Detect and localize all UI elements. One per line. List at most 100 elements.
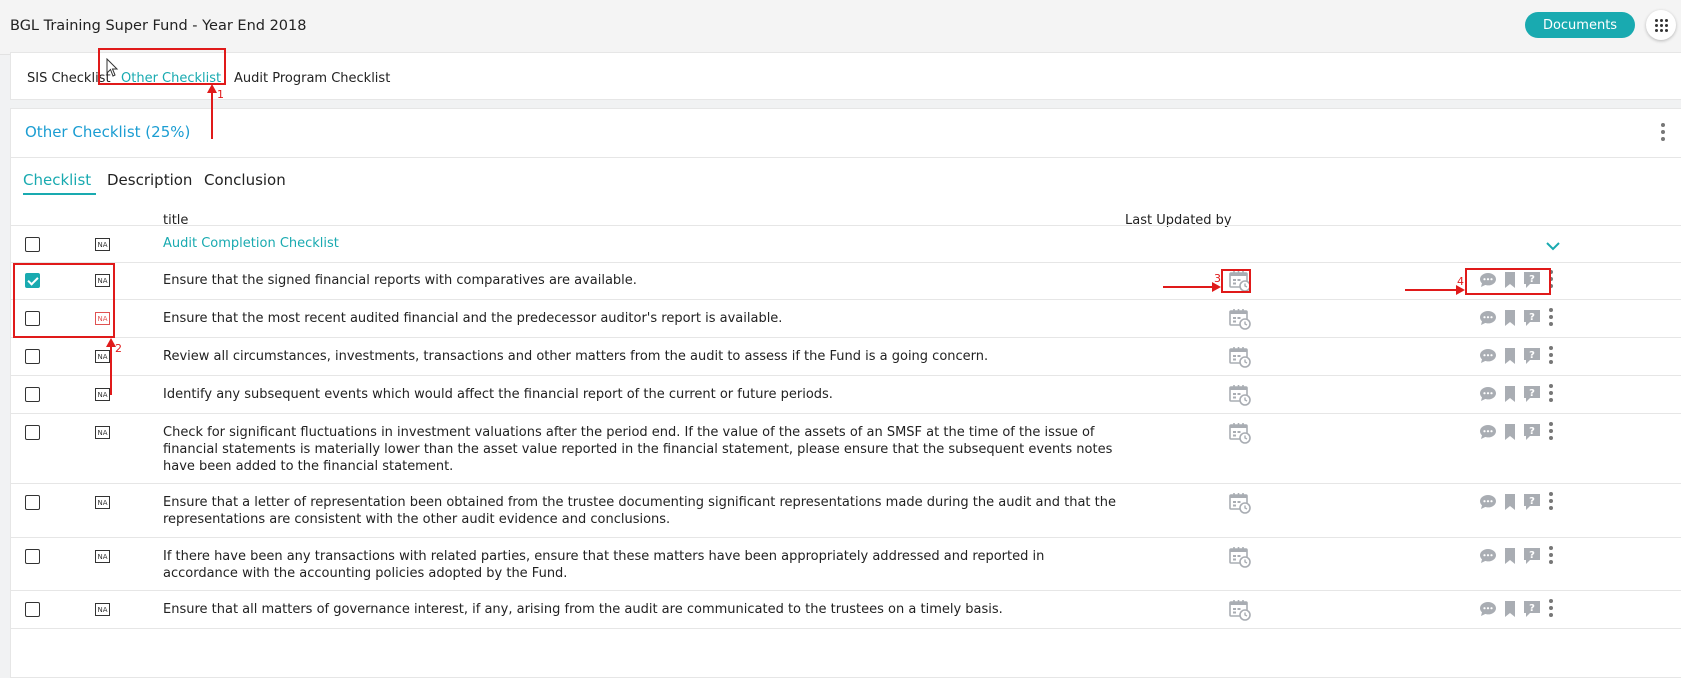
card-title: Other Checklist (25%) (25, 123, 191, 141)
bookmark-icon[interactable] (1503, 309, 1517, 327)
comment-icon[interactable] (1479, 493, 1497, 511)
checklist-item-title: Ensure that all matters of governance in… (163, 602, 1003, 617)
bookmark-icon[interactable] (1503, 385, 1517, 403)
checklist-item-title: Ensure that the signed financial reports… (163, 273, 637, 288)
bookmark-icon[interactable] (1503, 347, 1517, 365)
annotation-arrow-4 (1405, 285, 1465, 295)
table-row: NA Ensure that the most recent audited f… (11, 300, 1681, 338)
tab-audit-program-checklist[interactable]: Audit Program Checklist (234, 71, 390, 86)
na-icon[interactable]: NA (95, 603, 110, 616)
calendar-clock-icon[interactable] (1229, 599, 1251, 621)
na-icon[interactable]: NA (95, 426, 110, 439)
table-row: NA If there have been any transactions w… (11, 538, 1681, 591)
more-vertical-icon[interactable] (1549, 422, 1555, 444)
question-chat-icon[interactable]: ? (1522, 493, 1542, 511)
svg-text:?: ? (1529, 388, 1535, 399)
calendar-clock-icon[interactable] (1229, 346, 1251, 368)
row-checkbox[interactable] (25, 349, 40, 364)
table-row: NA Ensure that all matters of governance… (11, 591, 1681, 629)
bookmark-icon[interactable] (1503, 493, 1517, 511)
row-actions: ? (1471, 385, 1571, 405)
top-bar: BGL Training Super Fund - Year End 2018 … (0, 0, 1681, 55)
bookmark-icon[interactable] (1503, 547, 1517, 565)
more-vertical-icon[interactable] (1549, 384, 1555, 406)
table-row: NA Check for significant fluctuations in… (11, 414, 1681, 484)
svg-text:?: ? (1529, 496, 1535, 507)
more-vertical-icon[interactable] (1549, 492, 1555, 514)
annotation-number-3: 3 (1214, 272, 1221, 285)
apps-grid-icon[interactable] (1646, 10, 1676, 40)
calendar-clock-icon[interactable] (1229, 546, 1251, 568)
tab-checklist[interactable]: Checklist (23, 171, 91, 189)
more-vertical-icon[interactable] (1549, 599, 1555, 621)
more-vertical-icon[interactable] (1549, 308, 1555, 330)
comment-icon[interactable] (1479, 309, 1497, 327)
row-actions: ? (1471, 493, 1571, 513)
chevron-down-icon[interactable] (1546, 241, 1560, 251)
divider (11, 628, 1681, 629)
more-vertical-icon[interactable] (1661, 123, 1667, 145)
row-actions: ? (1471, 347, 1571, 367)
checklist-item-title: Ensure that a letter of representation b… (163, 495, 1116, 527)
comment-icon[interactable] (1479, 385, 1497, 403)
calendar-clock-icon[interactable] (1229, 492, 1251, 514)
annotation-number-2: 2 (115, 342, 122, 355)
checklist-item-title: Identify any subsequent events which wou… (163, 387, 833, 402)
group-checkbox[interactable] (25, 237, 40, 252)
question-chat-icon[interactable]: ? (1522, 600, 1542, 618)
divider (11, 157, 1681, 158)
comment-icon[interactable] (1479, 423, 1497, 441)
checklist-card: Other Checklist (25%) Checklist Descript… (10, 108, 1681, 678)
svg-text:?: ? (1529, 350, 1535, 361)
svg-text:?: ? (1529, 312, 1535, 323)
question-chat-icon[interactable]: ? (1522, 423, 1542, 441)
checklist-item-title: If there have been any transactions with… (163, 549, 1045, 581)
bookmark-icon[interactable] (1503, 423, 1517, 441)
more-vertical-icon[interactable] (1549, 346, 1555, 368)
annotation-box-3 (1221, 269, 1251, 293)
question-chat-icon[interactable]: ? (1522, 385, 1542, 403)
question-chat-icon[interactable]: ? (1522, 347, 1542, 365)
svg-text:?: ? (1529, 426, 1535, 437)
na-icon[interactable]: NA (95, 238, 110, 251)
more-vertical-icon[interactable] (1549, 546, 1555, 568)
divider (11, 225, 1681, 226)
tab-conclusion[interactable]: Conclusion (204, 171, 286, 189)
calendar-clock-icon[interactable] (1229, 422, 1251, 444)
annotation-number-1: 1 (217, 88, 224, 101)
checklist-item-title: Ensure that the most recent audited fina… (163, 311, 783, 326)
na-icon[interactable]: NA (95, 496, 110, 509)
svg-text:?: ? (1529, 550, 1535, 561)
documents-button[interactable]: Documents (1525, 12, 1635, 38)
annotation-number-4: 4 (1457, 275, 1464, 288)
row-checkbox[interactable] (25, 387, 40, 402)
calendar-clock-icon[interactable] (1229, 308, 1251, 330)
comment-icon[interactable] (1479, 547, 1497, 565)
calendar-clock-icon[interactable] (1229, 384, 1251, 406)
bookmark-icon[interactable] (1503, 600, 1517, 618)
row-checkbox[interactable] (25, 495, 40, 510)
group-title[interactable]: Audit Completion Checklist (163, 236, 339, 251)
row-checkbox[interactable] (25, 425, 40, 440)
table-row: NA Ensure that a letter of representatio… (11, 484, 1681, 538)
row-actions: ? (1471, 600, 1571, 620)
na-icon[interactable]: NA (95, 550, 110, 563)
question-chat-icon[interactable]: ? (1522, 309, 1542, 327)
comment-icon[interactable] (1479, 347, 1497, 365)
annotation-box-4 (1465, 268, 1551, 295)
mouse-cursor-icon (106, 58, 119, 77)
row-checkbox[interactable] (25, 549, 40, 564)
question-chat-icon[interactable]: ? (1522, 547, 1542, 565)
page-title: BGL Training Super Fund - Year End 2018 (10, 18, 307, 34)
checklist-tabs: SIS Checklist Other Checklist Audit Prog… (10, 52, 1681, 100)
row-actions: ? (1471, 547, 1571, 567)
table-row: NA Review all circumstances, investments… (11, 338, 1681, 376)
checklist-item-title: Review all circumstances, investments, t… (163, 349, 989, 364)
row-actions: ? (1471, 309, 1571, 329)
row-actions: ? (1471, 423, 1571, 443)
annotation-box-2 (13, 263, 115, 338)
tab-description[interactable]: Description (107, 171, 192, 189)
comment-icon[interactable] (1479, 600, 1497, 618)
row-checkbox[interactable] (25, 602, 40, 617)
annotation-arrow-3 (1163, 282, 1221, 292)
